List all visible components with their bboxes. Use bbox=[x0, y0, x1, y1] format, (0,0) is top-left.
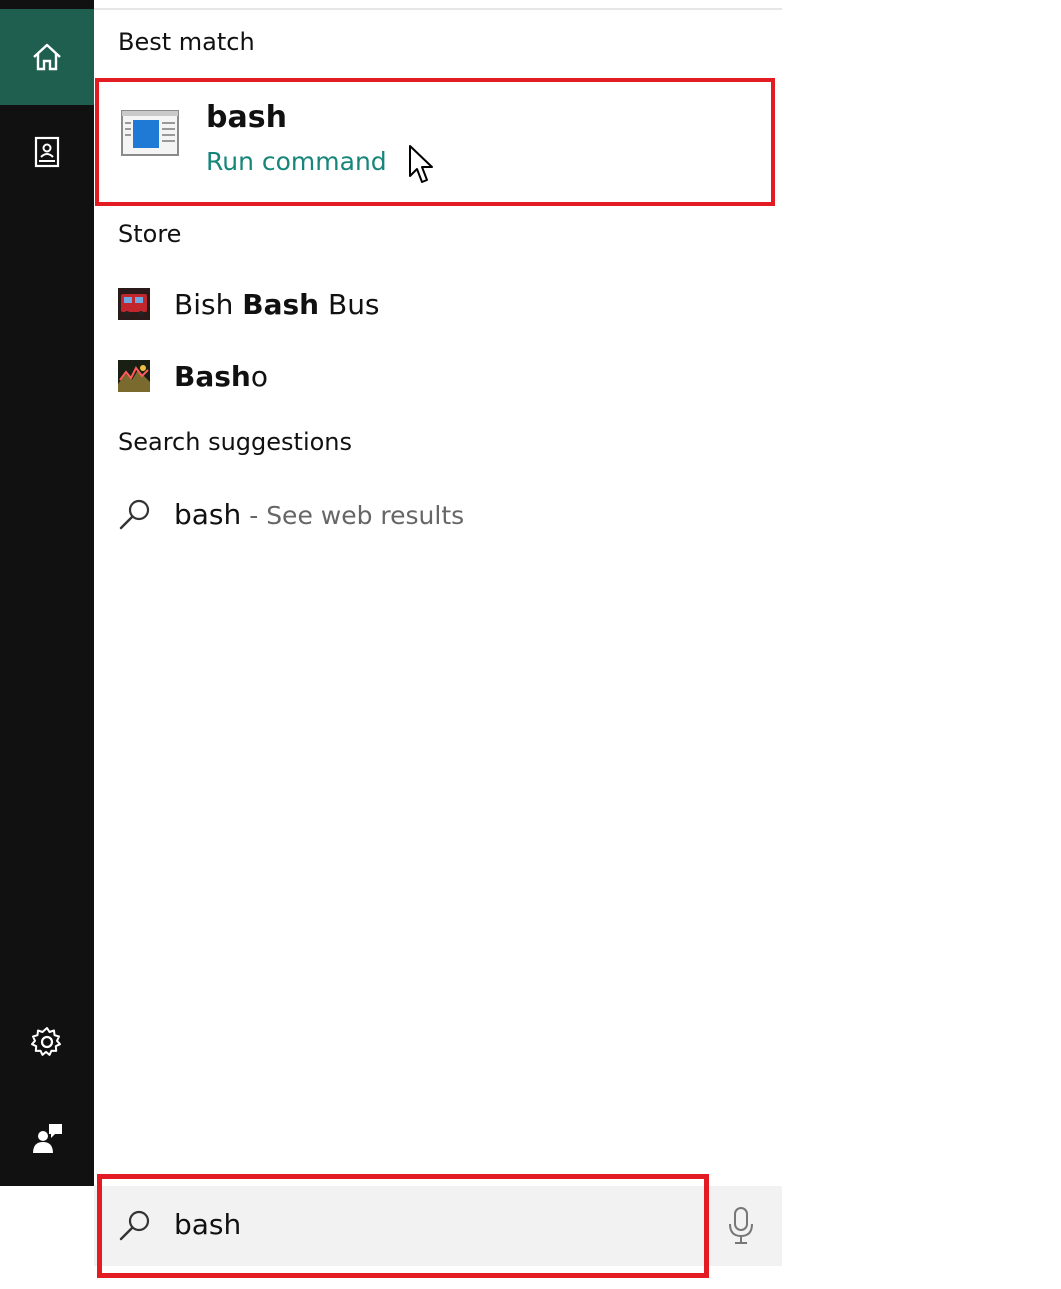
store-heading: Store bbox=[118, 220, 182, 248]
bish-bash-bus-app-icon bbox=[118, 288, 150, 320]
settings-button[interactable] bbox=[0, 994, 94, 1090]
microphone-icon[interactable] bbox=[726, 1206, 756, 1246]
store-item-basho[interactable]: Basho bbox=[118, 356, 268, 396]
search-input-value[interactable]: bash bbox=[174, 1208, 241, 1241]
store-item-label: Basho bbox=[174, 359, 268, 393]
basho-app-icon bbox=[118, 360, 150, 392]
feedback-button[interactable] bbox=[0, 1090, 94, 1186]
search-icon bbox=[119, 499, 150, 530]
run-command-app-icon bbox=[121, 110, 179, 156]
top-divider bbox=[94, 8, 782, 10]
best-match-heading: Best match bbox=[118, 28, 255, 56]
gear-icon bbox=[31, 1027, 61, 1056]
home-button[interactable] bbox=[0, 9, 94, 105]
store-item-bish-bash-bus[interactable]: Bish Bash Bus bbox=[118, 284, 380, 324]
best-match-name: bash bbox=[206, 100, 287, 135]
feedback-icon bbox=[33, 1124, 62, 1153]
web-search-suggestion[interactable]: bash - See web results bbox=[118, 494, 464, 534]
search-icon bbox=[119, 1210, 150, 1241]
suggestion-label: bash - See web results bbox=[174, 497, 465, 531]
sidebar bbox=[0, 0, 94, 1186]
best-match-type: Run command bbox=[206, 147, 387, 176]
search-suggestions-heading: Search suggestions bbox=[118, 428, 353, 456]
notebook-icon bbox=[34, 136, 60, 168]
notebook-button[interactable] bbox=[0, 104, 94, 200]
best-match-result[interactable] bbox=[95, 78, 775, 206]
mouse-cursor-icon bbox=[409, 145, 433, 183]
home-icon bbox=[33, 43, 61, 71]
store-item-label: Bish Bash Bus bbox=[174, 287, 380, 321]
